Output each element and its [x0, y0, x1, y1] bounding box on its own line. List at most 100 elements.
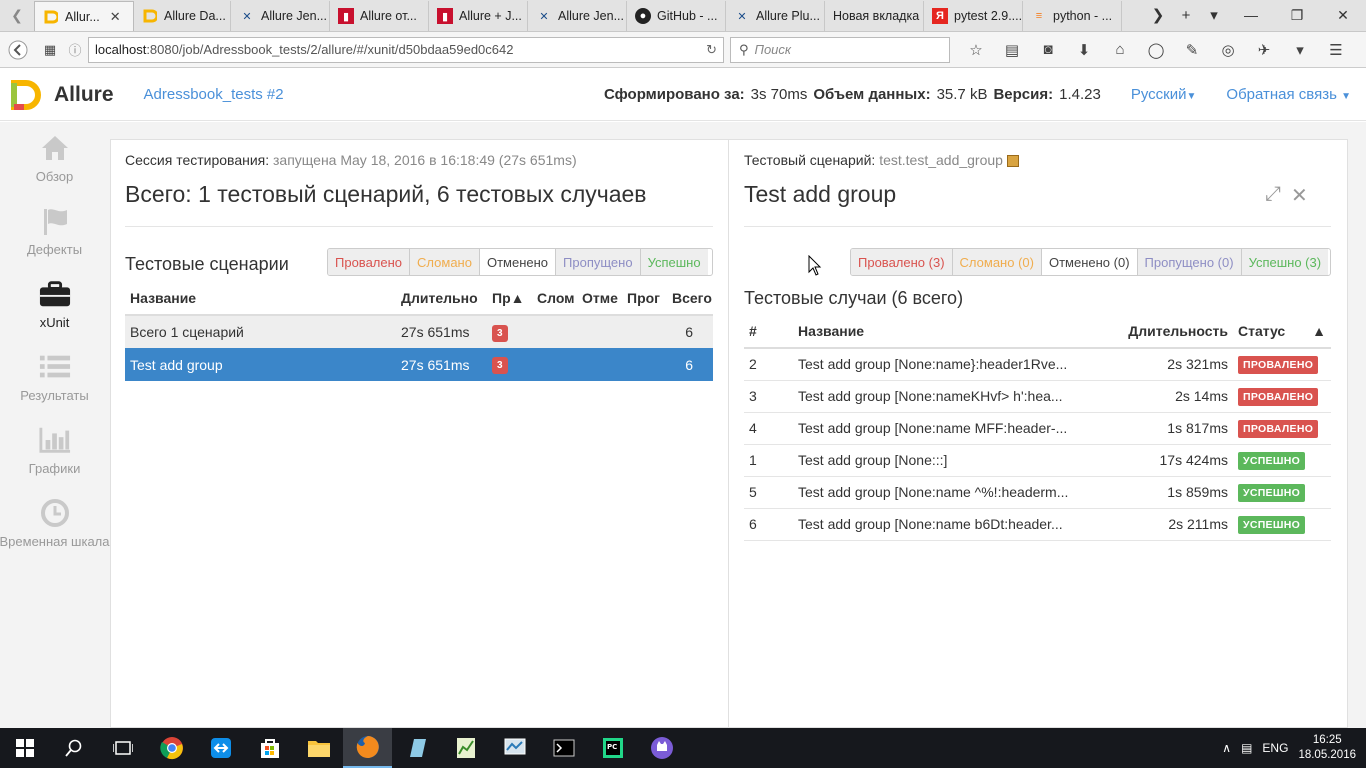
maximize-icon[interactable]: ❐ — [1274, 0, 1320, 31]
col-status[interactable]: Статус — [1233, 315, 1305, 349]
col-duration[interactable]: Длительность — [1083, 315, 1233, 349]
reload-icon[interactable]: ↻ — [706, 42, 717, 58]
addon-menu-icon[interactable]: ▾ — [1282, 41, 1318, 59]
download-icon[interactable]: ⬇ — [1066, 41, 1102, 59]
browser-tab[interactable]: ▮ Allure + J... — [429, 1, 528, 31]
window-close-icon[interactable]: ✕ — [1320, 0, 1366, 31]
report-link[interactable]: Adressbook_tests #2 — [144, 86, 284, 103]
new-tab-icon[interactable]: + — [1172, 7, 1200, 24]
close-pane-icon[interactable]: ✕ — [1291, 183, 1308, 208]
close-tab-icon[interactable]: ✕ — [110, 9, 121, 25]
filter-failed[interactable]: Провалено — [328, 249, 411, 275]
pycharm-icon[interactable]: PC — [588, 728, 637, 768]
bookmark-star-icon[interactable]: ☆ — [958, 41, 994, 59]
col-number[interactable]: # — [744, 315, 793, 349]
table-row[interactable]: Test add group 27s 651ms 3 6 — [125, 348, 713, 381]
table-row[interactable]: 1 Test add group [None:::] 17s 424ms УСПЕШН… — [744, 444, 1331, 477]
browser-tab[interactable]: Новая вкладка — [825, 1, 924, 31]
bookmarks-list-icon[interactable]: ▤ — [994, 41, 1030, 59]
firefox-icon[interactable] — [343, 728, 392, 768]
browser-tab[interactable]: ✕ Allure Jen... — [231, 1, 330, 31]
filter-broken[interactable]: Сломано — [410, 249, 480, 275]
system-monitor-icon[interactable] — [490, 728, 539, 768]
tab-list-icon[interactable]: ▾ — [1200, 6, 1228, 24]
clock[interactable]: 16:25 18.05.2016 — [1298, 733, 1356, 763]
browser-tab[interactable]: ≡ python - ... — [1023, 1, 1122, 31]
minimize-icon[interactable]: — — [1228, 0, 1274, 31]
windows-start-icon[interactable] — [0, 728, 49, 768]
browser-tab[interactable]: ✕ Allure Jen... — [528, 1, 627, 31]
feedback-dropdown[interactable]: Обратная связь ▼ — [1226, 86, 1351, 103]
filter-passed[interactable]: Успешно (3) — [1241, 249, 1329, 275]
chat-app-icon[interactable] — [637, 728, 686, 768]
task-view-icon[interactable] — [98, 728, 147, 768]
sidebar-item-xunit[interactable]: xUnit — [0, 268, 109, 341]
notes-app-icon[interactable] — [392, 728, 441, 768]
extension-icon[interactable]: ◎ — [1210, 41, 1246, 59]
filter-pending[interactable]: Пропущено — [556, 249, 641, 275]
browser-tab[interactable]: Allure Da... — [134, 1, 231, 31]
filter-failed[interactable]: Провалено (3) — [851, 249, 953, 275]
case-name: Test add group [None:::] — [793, 444, 1083, 477]
sidebar-item-overview[interactable]: Обзор — [0, 122, 109, 195]
bookmark-red-icon: ▮ — [338, 8, 354, 24]
language-indicator[interactable]: ENG — [1262, 741, 1288, 755]
url-path: :8080/job/Adressbook_tests/2/allure/#/xu… — [146, 42, 514, 57]
home-icon[interactable]: ⌂ — [1102, 41, 1138, 59]
col-broken[interactable]: Слом — [532, 282, 577, 316]
col-name[interactable]: Название — [793, 315, 1083, 349]
col-failed[interactable]: Пр▲ — [487, 282, 532, 316]
browser-tab[interactable]: ✕ Allure Plu... — [726, 1, 825, 31]
filter-pending[interactable]: Пропущено (0) — [1137, 249, 1242, 275]
filter-passed[interactable]: Успешно — [640, 249, 708, 275]
col-pending[interactable]: Прог — [622, 282, 667, 316]
terminal-icon[interactable] — [539, 728, 588, 768]
browser-tab[interactable]: Я pytest 2.9.... — [924, 1, 1023, 31]
col-canceled[interactable]: Отме — [577, 282, 622, 316]
browser-tab[interactable]: ▮ Allure от... — [330, 1, 429, 31]
sidebar-item-defects[interactable]: Дефекты — [0, 195, 109, 268]
col-name[interactable]: Название — [125, 282, 396, 316]
expand-icon[interactable]: ⤢ — [1265, 183, 1281, 208]
sidebar-item-results[interactable]: Результаты — [0, 341, 109, 414]
table-row[interactable]: Всего 1 сценарий 27s 651ms 3 6 — [125, 315, 713, 348]
copy-icon[interactable] — [1006, 155, 1019, 168]
sidebar-item-graphs[interactable]: Графики — [0, 414, 109, 487]
filter-canceled[interactable]: Отменено (0) — [1041, 249, 1138, 275]
teamviewer-icon[interactable] — [196, 728, 245, 768]
filter-canceled[interactable]: Отменено — [479, 249, 557, 275]
table-row[interactable]: 6 Test add group [None:name b6Dt:header..… — [744, 508, 1331, 541]
tray-expand-icon[interactable]: ∧ — [1222, 741, 1231, 755]
chat-icon[interactable]: ◯ — [1138, 41, 1174, 59]
sidebar-item-timeline[interactable]: Временная шкала — [0, 487, 110, 560]
table-row[interactable]: 2 Test add group [None:name}:header1Rve..… — [744, 348, 1331, 381]
spreadsheet-app-icon[interactable] — [441, 728, 490, 768]
store-icon[interactable] — [245, 728, 294, 768]
table-row[interactable]: 3 Test add group [None:nameKHvf> h':hea..… — [744, 380, 1331, 413]
language-dropdown[interactable]: Русский▼ — [1131, 86, 1197, 103]
chrome-icon[interactable] — [147, 728, 196, 768]
browser-tab[interactable]: ● GitHub - ... — [627, 1, 726, 31]
col-duration[interactable]: Длительно — [396, 282, 487, 316]
table-row[interactable]: 4 Test add group [None:name MFF:header-..… — [744, 412, 1331, 445]
screenshot-icon[interactable]: ✎ — [1174, 41, 1210, 59]
table-row[interactable]: 5 Test add group [None:name ^%!:headerm..… — [744, 476, 1331, 509]
url-bar[interactable]: localhost:8080/job/Adressbook_tests/2/al… — [88, 36, 724, 63]
pocket-icon[interactable]: ◙ — [1030, 41, 1066, 59]
filter-broken[interactable]: Сломано (0) — [952, 249, 1042, 275]
col-total[interactable]: Всего — [667, 282, 713, 316]
info-icon[interactable]: ⓘ — [64, 34, 86, 66]
menu-icon[interactable]: ☰ — [1318, 41, 1354, 59]
back-icon[interactable] — [0, 34, 36, 66]
tab-scroll-right-icon[interactable]: ❯ — [1144, 6, 1172, 24]
browser-tab[interactable]: Allur... ✕ — [34, 1, 134, 31]
sort-asc-icon[interactable]: ▲ — [1305, 315, 1331, 349]
identity-icon[interactable]: ▦ — [36, 34, 64, 66]
search-input[interactable]: ⚲ Поиск — [730, 36, 950, 63]
file-explorer-icon[interactable] — [294, 728, 343, 768]
search-icon[interactable] — [49, 728, 98, 768]
addon-icon[interactable]: ✈ — [1246, 41, 1282, 59]
network-icon[interactable]: ▤ — [1241, 741, 1252, 755]
case-name: Test add group [None:name}:header1Rve... — [793, 348, 1083, 381]
tab-scroll-left-icon[interactable]: ❮ — [0, 0, 34, 31]
